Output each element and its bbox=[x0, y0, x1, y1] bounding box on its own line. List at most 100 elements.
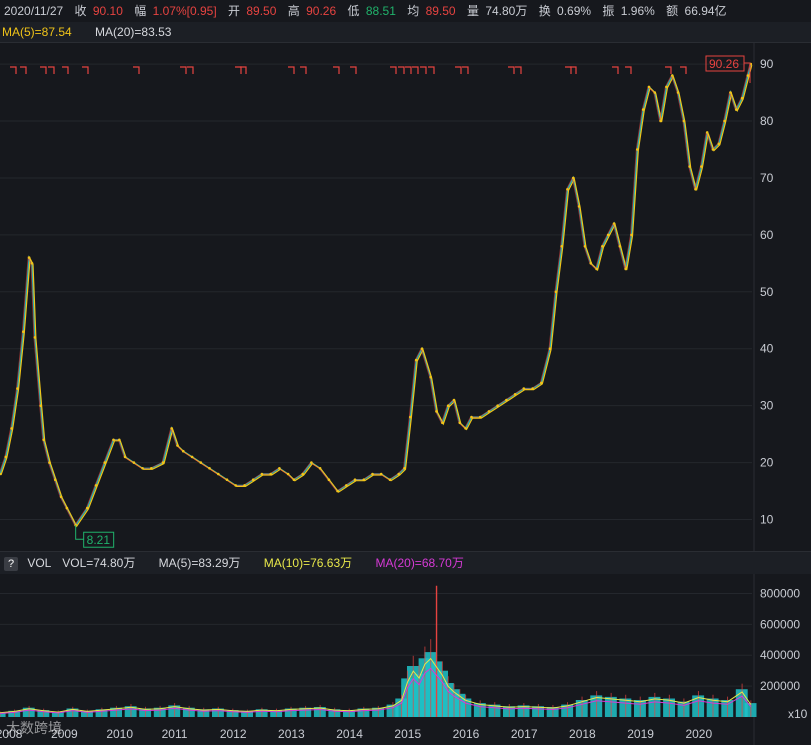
price-point bbox=[409, 415, 412, 419]
price-point bbox=[630, 233, 633, 237]
price-point bbox=[435, 410, 438, 413]
price-point bbox=[33, 336, 37, 339]
vol-ma5-readout: MA(5)=83.29万 bbox=[158, 556, 241, 570]
price-point bbox=[641, 108, 645, 111]
amount-value: 66.94亿 bbox=[684, 4, 727, 18]
price-point bbox=[420, 347, 424, 351]
price-point bbox=[225, 478, 229, 482]
price-point bbox=[478, 415, 482, 419]
vol-bg bbox=[0, 574, 811, 745]
close-label: 收 bbox=[74, 4, 87, 18]
price-point bbox=[452, 398, 456, 402]
price-point bbox=[327, 478, 331, 482]
turnover-label: 换 bbox=[538, 4, 551, 18]
ma5-readout: MA(5)=87.54 bbox=[2, 25, 72, 39]
avg-label: 均 bbox=[407, 4, 420, 18]
price-point bbox=[141, 467, 144, 470]
price-point bbox=[379, 472, 383, 476]
price-point bbox=[688, 165, 691, 168]
vol-title: VOL bbox=[27, 556, 51, 570]
price-point bbox=[388, 478, 392, 482]
price-point bbox=[301, 472, 305, 476]
price-point bbox=[4, 455, 8, 459]
price-point bbox=[54, 478, 57, 482]
price-point bbox=[659, 119, 662, 123]
price-point bbox=[676, 91, 680, 94]
price-point bbox=[487, 410, 491, 413]
price-point bbox=[39, 404, 42, 408]
vol-tick-label: 600000 bbox=[760, 617, 800, 631]
price-point bbox=[441, 421, 444, 425]
price-point bbox=[414, 358, 418, 362]
price-point bbox=[59, 495, 63, 499]
price-point bbox=[612, 222, 616, 225]
price-point bbox=[403, 467, 406, 470]
price-point bbox=[190, 455, 194, 459]
price-point bbox=[170, 427, 173, 430]
price-point bbox=[16, 387, 19, 390]
watermark: 大数跨境 bbox=[6, 720, 62, 736]
price-point bbox=[86, 506, 89, 510]
price-point bbox=[429, 375, 433, 379]
price-point bbox=[705, 131, 709, 134]
price-tick-label: 70 bbox=[760, 171, 774, 185]
ma20-readout: MA(20)=83.53 bbox=[95, 25, 172, 39]
price-point bbox=[371, 472, 374, 476]
price-point bbox=[318, 467, 322, 470]
price-point bbox=[729, 91, 732, 94]
price-point bbox=[30, 262, 34, 265]
turnover-value: 0.69% bbox=[557, 4, 592, 18]
vol-tick-label: 400000 bbox=[760, 648, 800, 662]
price-point bbox=[336, 489, 339, 493]
price-point bbox=[217, 472, 220, 476]
price-point bbox=[278, 467, 281, 470]
price-point bbox=[397, 472, 401, 476]
close-value: 90.10 bbox=[92, 4, 123, 18]
price-point bbox=[112, 438, 115, 442]
price-point bbox=[118, 438, 121, 442]
vol-unit-label: x10 bbox=[788, 707, 808, 721]
amp-label: 振 bbox=[602, 4, 615, 18]
low-value: 88.51 bbox=[365, 4, 396, 18]
price-point bbox=[505, 398, 508, 402]
price-point bbox=[161, 461, 165, 464]
year-tick-label: 2016 bbox=[453, 727, 480, 741]
price-point bbox=[606, 233, 610, 237]
amp-value: 1.96% bbox=[620, 4, 655, 18]
price-point bbox=[647, 85, 651, 89]
price-point bbox=[735, 108, 738, 111]
price-tick-label: 80 bbox=[760, 114, 774, 128]
price-point bbox=[496, 404, 499, 408]
price-point bbox=[48, 461, 51, 464]
price-point bbox=[671, 74, 674, 77]
price-point bbox=[251, 478, 255, 482]
price-point bbox=[234, 484, 237, 487]
price-point bbox=[123, 455, 127, 459]
year-tick-label: 2018 bbox=[569, 727, 596, 741]
price-point bbox=[548, 347, 552, 351]
price-point bbox=[464, 427, 467, 430]
vol-tick-label: 800000 bbox=[760, 586, 800, 600]
quote-header: 2020/11/27 收 90.10 幅 1.07%[0.95] 开 89.50… bbox=[0, 0, 811, 22]
quote-date: 2020/11/27 bbox=[4, 4, 64, 18]
low-label: 低 bbox=[347, 4, 360, 18]
price-point bbox=[103, 461, 107, 464]
price-point bbox=[182, 449, 185, 453]
help-icon[interactable]: ? bbox=[4, 556, 18, 571]
vol-tick-label: 200000 bbox=[760, 679, 800, 693]
price-tick-label: 10 bbox=[760, 513, 774, 527]
price-point bbox=[176, 444, 179, 447]
price-point bbox=[694, 188, 697, 191]
open-value: 89.50 bbox=[246, 4, 277, 18]
price-point bbox=[27, 256, 31, 259]
open-label: 开 bbox=[228, 4, 241, 18]
price-point bbox=[700, 165, 703, 168]
max-label: 90.26 bbox=[709, 57, 739, 71]
year-tick-label: 2015 bbox=[394, 727, 421, 741]
price-tick-label: 20 bbox=[760, 456, 774, 470]
change-value: 1.07%[0.95] bbox=[152, 4, 217, 18]
price-tick-label: 60 bbox=[760, 228, 774, 242]
volume-chart: 200000400000600000800000x102008200920102… bbox=[0, 574, 811, 745]
price-point bbox=[723, 119, 726, 123]
year-tick-label: 2012 bbox=[220, 727, 247, 741]
